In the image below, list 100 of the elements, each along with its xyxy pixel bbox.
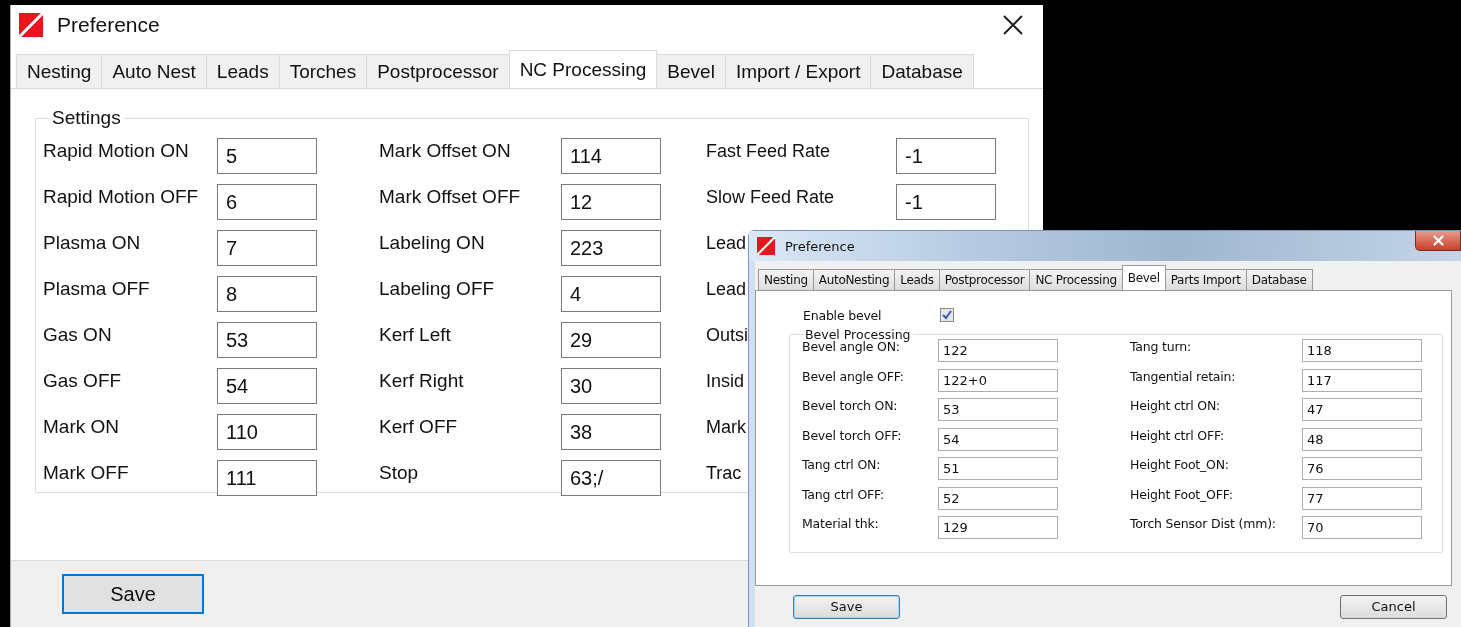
tab[interactable]: Auto Nest	[101, 54, 207, 88]
close-icon	[1432, 235, 1444, 246]
field-label: Mark	[706, 416, 746, 438]
field-label: Bevel angle OFF:	[802, 368, 905, 384]
tab[interactable]: Nesting	[16, 54, 103, 88]
field-label: Tang ctrl OFF:	[802, 486, 886, 502]
checkbox-label: Enable bevel	[803, 307, 883, 323]
tab[interactable]: Import / Export	[724, 54, 872, 88]
tab[interactable]: Parts Import	[1164, 269, 1247, 290]
field-label: Mark OFF	[43, 462, 129, 484]
tab[interactable]: Leads	[894, 269, 940, 290]
input-field[interactable]: 122+0	[938, 368, 1058, 392]
tab[interactable]: Database	[870, 54, 974, 88]
field-label: Insid	[706, 370, 745, 392]
input-field[interactable]: 53	[217, 322, 317, 358]
input-field[interactable]: 5	[217, 138, 317, 174]
field-label: Bevel torch ON:	[802, 398, 899, 414]
input-field[interactable]: -1	[896, 138, 996, 174]
field-label: Bevel torch OFF:	[802, 427, 903, 443]
tab[interactable]: Database	[1245, 269, 1313, 290]
field-label: Mark ON	[43, 416, 119, 438]
field-label: Gas OFF	[43, 370, 122, 392]
field-label: Tang turn:	[1130, 339, 1192, 355]
checkbox[interactable]	[940, 308, 954, 322]
app-logo-icon	[19, 13, 43, 37]
input-field[interactable]: 54	[217, 368, 317, 404]
input-field[interactable]: 70	[1302, 516, 1422, 540]
close-button[interactable]	[1415, 231, 1461, 251]
field-label: Lead	[706, 278, 747, 300]
input-field[interactable]: 48	[1302, 427, 1422, 451]
input-field[interactable]: 117	[1302, 368, 1422, 392]
input-field[interactable]: 122	[938, 339, 1058, 363]
input-field[interactable]: 111	[217, 460, 317, 496]
field-label: Tang ctrl ON:	[802, 457, 882, 473]
input-field[interactable]: -1	[896, 184, 996, 220]
field-label: Kerf OFF	[379, 416, 458, 438]
field-label: Lead	[706, 232, 747, 254]
tab[interactable]: Bevel	[656, 54, 726, 88]
input-field[interactable]: 29	[561, 322, 661, 358]
field-label: Material thk:	[802, 516, 880, 532]
field-label: Kerf Right	[379, 370, 464, 392]
field-label: Rapid Motion ON	[43, 140, 189, 162]
input-field[interactable]: 110	[217, 414, 317, 450]
input-field[interactable]: 118	[1302, 339, 1422, 363]
save-button[interactable]: Save	[62, 574, 204, 614]
field-label: Rapid Motion OFF	[43, 186, 199, 208]
input-field[interactable]: 114	[561, 138, 661, 174]
field-label: Tangential retain:	[1130, 368, 1237, 384]
input-field[interactable]: 47	[1302, 398, 1422, 422]
input-field[interactable]: 223	[561, 230, 661, 266]
input-field[interactable]: 51	[938, 457, 1058, 481]
tab[interactable]: Nesting	[758, 269, 814, 290]
field-label: Plasma ON	[43, 232, 141, 254]
field-label: Labeling OFF	[379, 278, 495, 300]
tab[interactable]: Postprocessor	[366, 54, 510, 88]
tab[interactable]: Leads	[205, 54, 280, 88]
field-label: Stop	[379, 462, 419, 484]
group-title: Bevel Processing	[805, 327, 912, 342]
field-label: Plasma OFF	[43, 278, 150, 300]
input-field[interactable]: 6	[217, 184, 317, 220]
field-label: Trac	[706, 462, 742, 484]
app-logo-icon	[757, 237, 775, 255]
input-field[interactable]: 77	[1302, 486, 1422, 510]
field-label: Slow Feed Rate	[706, 186, 835, 208]
input-field[interactable]: 54	[938, 427, 1058, 451]
input-field[interactable]: 52	[938, 486, 1058, 510]
input-field[interactable]: 12	[561, 184, 661, 220]
tab[interactable]: Torches	[278, 54, 368, 88]
field-label: Height ctrl OFF:	[1130, 427, 1225, 443]
input-field[interactable]: 76	[1302, 457, 1422, 481]
tab[interactable]: Bevel	[1121, 265, 1166, 290]
save-button[interactable]: Save	[793, 594, 900, 619]
field-label: Labeling ON	[379, 232, 485, 254]
tab[interactable]: NC Processing	[1029, 269, 1123, 290]
field-label: Torch Sensor Dist (mm):	[1130, 516, 1277, 532]
field-label: Height ctrl ON:	[1130, 398, 1222, 414]
field-label: Bevel angle ON:	[802, 339, 900, 355]
input-field[interactable]: 38	[561, 414, 661, 450]
field-label: Gas ON	[43, 324, 112, 346]
field-label: Mark Offset ON	[379, 140, 511, 162]
input-field[interactable]: 63;/	[561, 460, 661, 496]
tab[interactable]: Postprocessor	[938, 269, 1031, 290]
input-field[interactable]: 8	[217, 276, 317, 312]
window-title: Preference	[57, 13, 160, 37]
tab[interactable]: AutoNesting	[812, 269, 896, 290]
input-field[interactable]: 53	[938, 398, 1058, 422]
input-field[interactable]: 30	[561, 368, 661, 404]
field-label: Kerf Left	[379, 324, 451, 346]
field-label: Height Foot_OFF:	[1130, 486, 1234, 502]
field-label: Mark Offset OFF	[379, 186, 521, 208]
field-label: Outsi	[706, 324, 748, 346]
input-field[interactable]: 129	[938, 516, 1058, 540]
field-label: Fast Feed Rate	[706, 140, 831, 162]
close-icon[interactable]	[1003, 15, 1023, 35]
group-title: Settings	[51, 107, 122, 129]
input-field[interactable]: 7	[217, 230, 317, 266]
field-label: Height Foot_ON:	[1130, 457, 1230, 473]
input-field[interactable]: 4	[561, 276, 661, 312]
window-title: Preference	[785, 238, 855, 254]
cancel-button[interactable]: Cancel	[1340, 594, 1447, 619]
